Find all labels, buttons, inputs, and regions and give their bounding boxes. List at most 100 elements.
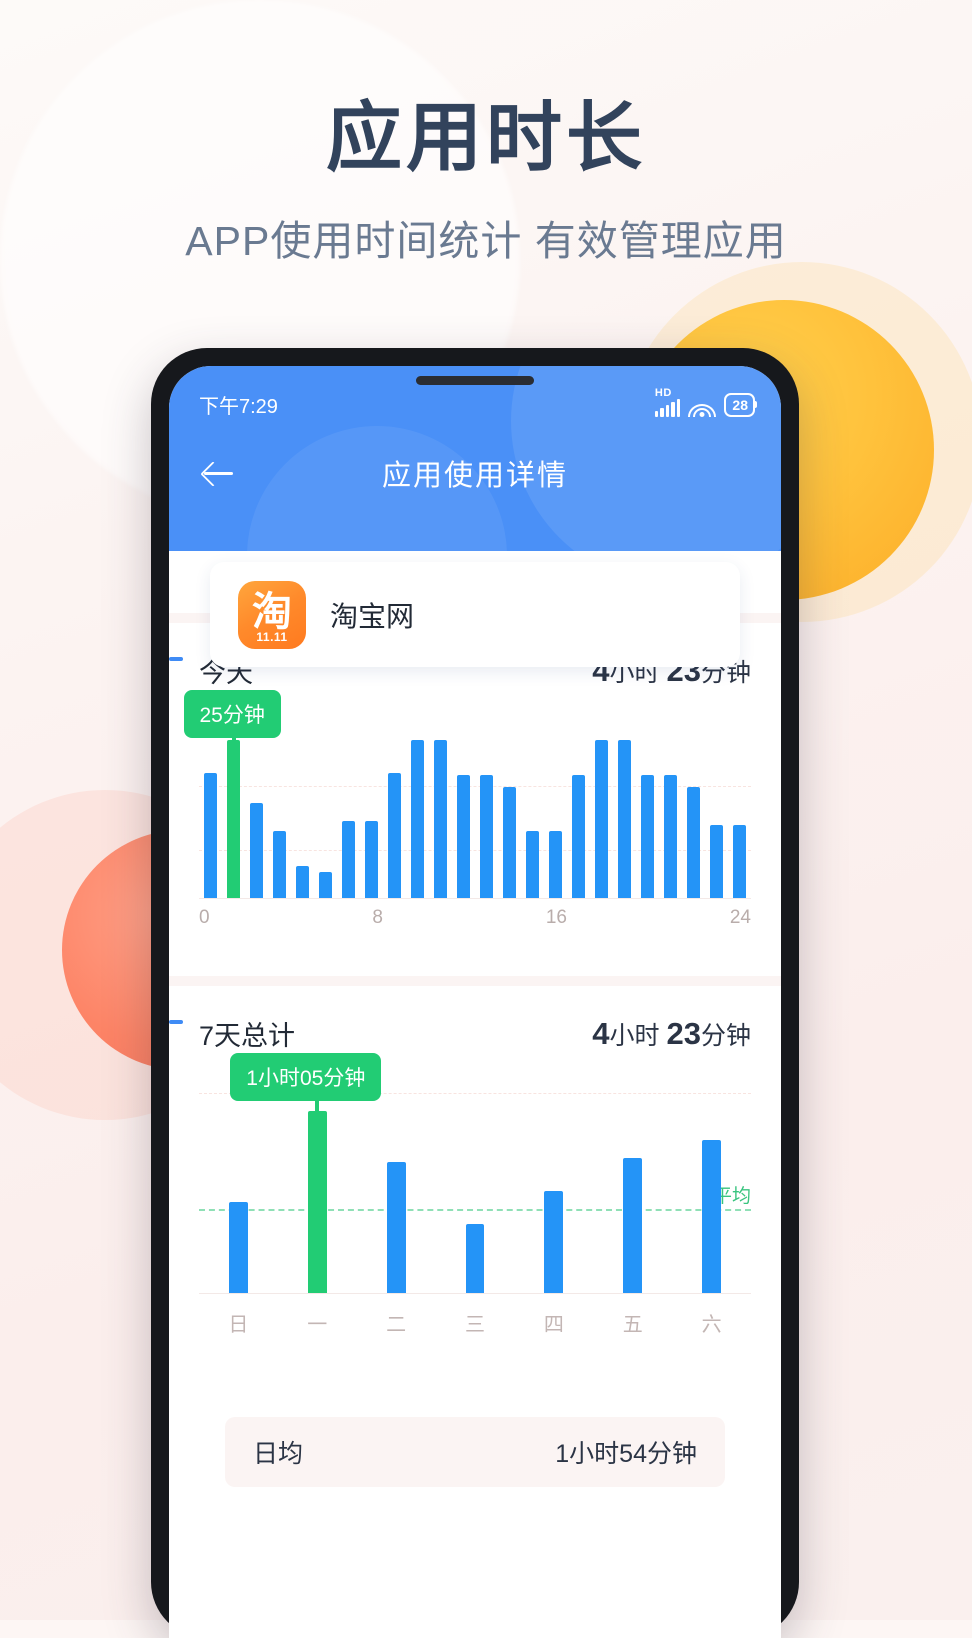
week-chart-axis: 日一二三四五六 xyxy=(199,1294,751,1337)
today-bar[interactable] xyxy=(272,831,287,898)
today-bar[interactable] xyxy=(456,775,471,898)
week-axis-tick: 四 xyxy=(543,1314,564,1336)
today-bar-column[interactable] xyxy=(360,726,383,898)
week-axis-tick: 二 xyxy=(386,1314,407,1336)
today-bar-column[interactable] xyxy=(659,726,682,898)
week-axis-tick: 一 xyxy=(307,1314,328,1336)
today-bar-column[interactable] xyxy=(613,726,636,898)
today-bar-column[interactable] xyxy=(521,726,544,898)
today-bar-column[interactable] xyxy=(452,726,475,898)
section-divider-middle xyxy=(169,976,781,986)
week-tooltip-stem xyxy=(315,1095,320,1147)
navigation-bar: 应用使用详情 xyxy=(169,419,781,493)
week-minutes: 23 xyxy=(666,1015,701,1051)
week-bar-column[interactable] xyxy=(436,1093,515,1293)
week-section-header: 7天总计 4小时 23分钟 xyxy=(169,986,755,1053)
week-bar[interactable] xyxy=(702,1140,722,1293)
today-bar[interactable] xyxy=(617,740,632,898)
phone-earpiece xyxy=(416,376,534,385)
week-hours-unit: 小时 xyxy=(609,1021,660,1050)
today-axis-tick: 0 xyxy=(199,907,210,928)
today-bar[interactable] xyxy=(502,787,517,898)
app-content: 今天 4小时 23分钟 25分钟 081624 7天总计 4小时 23分钟 xyxy=(169,551,781,1487)
week-axis-tick: 日 xyxy=(228,1314,249,1336)
week-axis-tick: 三 xyxy=(465,1314,485,1336)
today-bar[interactable] xyxy=(709,825,724,898)
today-bar-column[interactable] xyxy=(498,726,521,898)
today-bar[interactable] xyxy=(548,831,563,898)
page-title: 应用时长 xyxy=(326,97,646,181)
week-total-value: 4小时 23分钟 xyxy=(592,1016,751,1052)
week-bar[interactable] xyxy=(228,1202,248,1293)
week-chart-tooltip: 1小时05分钟 xyxy=(230,1053,382,1101)
today-bar-column[interactable] xyxy=(199,726,222,898)
today-bar-column[interactable] xyxy=(245,726,268,898)
today-bar-column[interactable] xyxy=(383,726,406,898)
today-bar-column[interactable] xyxy=(429,726,452,898)
week-bar[interactable] xyxy=(623,1158,643,1293)
week-axis-tick: 六 xyxy=(701,1314,722,1336)
week-label: 7天总计 xyxy=(199,1021,296,1051)
today-bar[interactable] xyxy=(203,773,218,898)
daily-average-label: 日均 xyxy=(253,1440,304,1468)
week-hours: 4 xyxy=(592,1015,610,1051)
week-bar[interactable] xyxy=(465,1224,485,1293)
today-bar-column[interactable] xyxy=(475,726,498,898)
today-axis-tick: 24 xyxy=(729,907,751,928)
status-bar-time: 下午7:29 xyxy=(199,396,278,418)
today-bar-chart[interactable]: 25分钟 0 8 16 24 xyxy=(183,690,751,976)
today-chart-plot xyxy=(199,726,751,899)
today-bar[interactable] xyxy=(387,773,402,898)
week-bar-column[interactable] xyxy=(514,1093,593,1293)
week-bar-column[interactable] xyxy=(199,1093,278,1293)
week-bar-chart[interactable]: 1小时05分钟 平均 日 一 二 三 四 五 六 xyxy=(199,1053,751,1383)
today-bar[interactable] xyxy=(341,821,356,898)
today-bar-column[interactable] xyxy=(567,726,590,898)
week-bar-column[interactable] xyxy=(593,1093,672,1293)
today-bar-column[interactable] xyxy=(682,726,705,898)
week-bar-column[interactable] xyxy=(357,1093,436,1293)
today-bar-column[interactable] xyxy=(728,726,751,898)
today-bar-column[interactable] xyxy=(544,726,567,898)
today-bar[interactable] xyxy=(663,775,678,898)
today-bar-column[interactable] xyxy=(268,726,291,898)
today-bar[interactable] xyxy=(364,821,379,898)
battery-icon: 28 xyxy=(724,392,757,417)
week-bar[interactable] xyxy=(386,1162,406,1293)
today-bar-column[interactable] xyxy=(337,726,360,898)
app-header: 下午7:29 HD 28 应用使用详情 xyxy=(169,366,781,551)
today-bar-column[interactable] xyxy=(636,726,659,898)
app-name: 淘宝网 xyxy=(330,600,415,632)
today-axis-tick: 8 xyxy=(372,907,383,928)
wifi-icon xyxy=(688,399,717,417)
week-bar[interactable] xyxy=(544,1191,564,1293)
today-bar-column[interactable] xyxy=(314,726,337,898)
today-bar[interactable] xyxy=(295,866,310,898)
today-bar[interactable] xyxy=(686,787,701,898)
today-bar[interactable] xyxy=(732,825,747,898)
today-bar[interactable] xyxy=(249,803,264,898)
today-axis-tick: 16 xyxy=(545,907,567,928)
today-bar-column[interactable] xyxy=(705,726,728,898)
page-subtitle: APP使用时间统计 有效管理应用 xyxy=(185,218,787,265)
today-bar[interactable] xyxy=(640,775,655,898)
today-bar[interactable] xyxy=(433,740,448,898)
today-bar-column[interactable] xyxy=(406,726,429,898)
today-chart-tooltip: 25分钟 xyxy=(183,690,281,738)
today-bar[interactable] xyxy=(594,740,609,898)
back-arrow-icon[interactable] xyxy=(199,453,239,493)
week-bar-column[interactable] xyxy=(672,1093,751,1293)
app-icon-glyph: 淘 xyxy=(252,588,292,635)
today-bar[interactable] xyxy=(525,831,540,898)
week-section: 7天总计 4小时 23分钟 1小时05分钟 平均 日 一 二 三 四 五 六 日均 1小时5… xyxy=(169,986,781,1487)
today-bar[interactable] xyxy=(318,872,333,898)
today-bar[interactable] xyxy=(479,775,494,898)
today-bar[interactable] xyxy=(410,740,425,898)
hero-text-block: 应用时长 APP使用时间统计 有效管理应用 xyxy=(0,96,972,267)
app-info-card[interactable]: 淘 11.11 淘宝网 xyxy=(210,562,740,667)
daily-average-row[interactable]: 日均 1小时54分钟 xyxy=(225,1417,725,1487)
today-bar[interactable] xyxy=(571,775,586,898)
status-bar-icons: HD 28 xyxy=(654,387,757,417)
today-bar-column[interactable] xyxy=(590,726,613,898)
today-bar-column[interactable] xyxy=(291,726,314,898)
